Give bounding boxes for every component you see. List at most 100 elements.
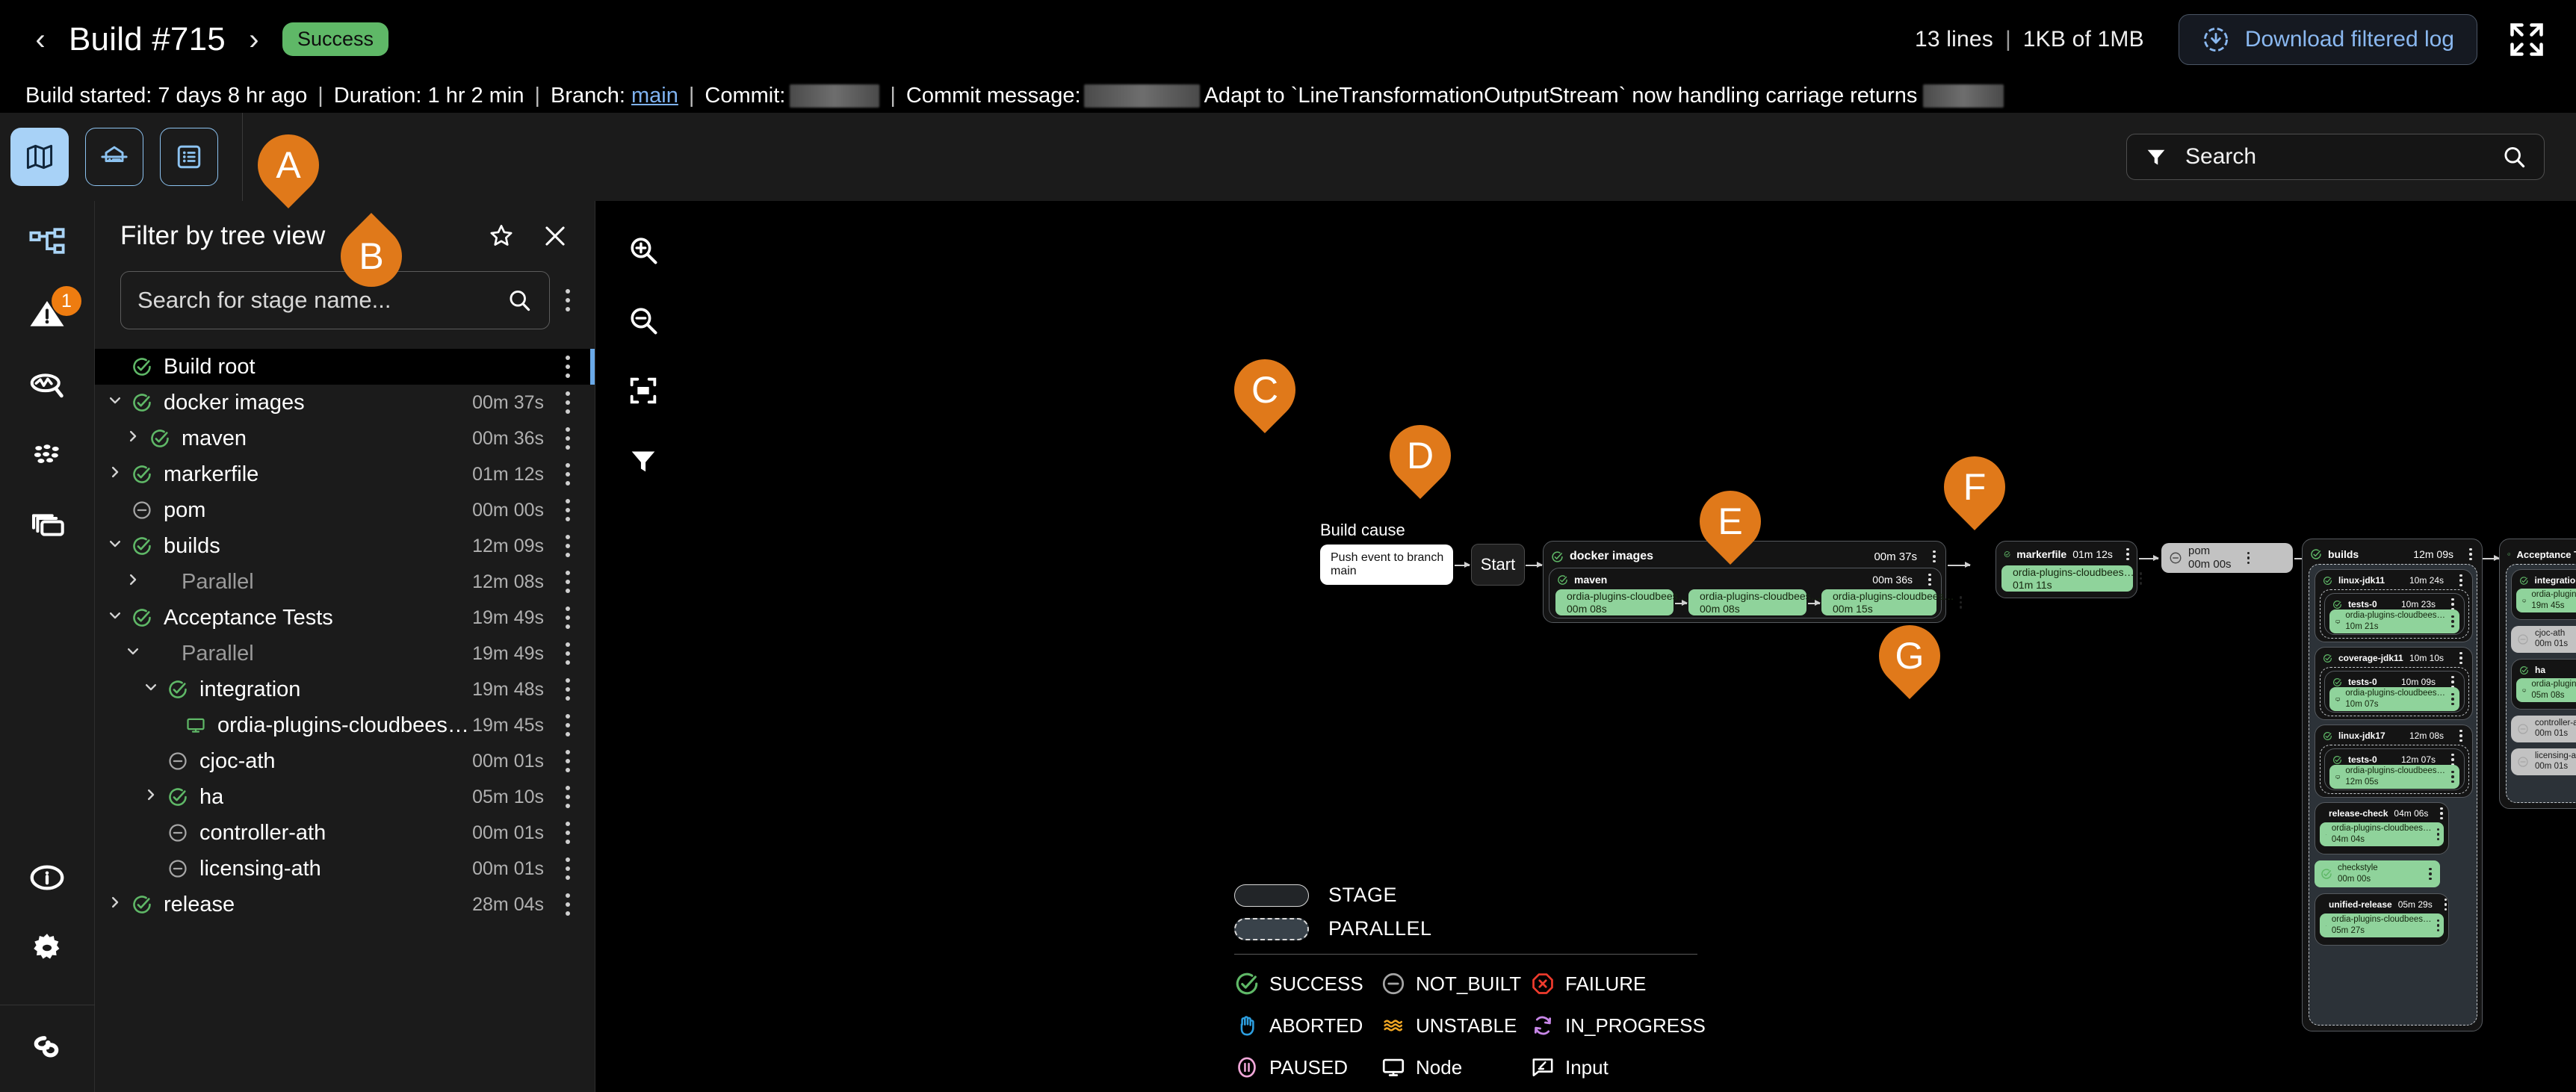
more-vertical-icon[interactable] <box>2456 729 2466 742</box>
close-icon[interactable] <box>541 222 569 250</box>
stage-release-check[interactable]: release-check 04m 06s ordia-plugins-cloudb… <box>2315 802 2449 854</box>
step-node[interactable]: ordia-plugins-cloudbees… 12m 05s <box>2329 765 2459 789</box>
star-icon[interactable] <box>487 222 515 250</box>
stage-view-button[interactable] <box>85 128 143 186</box>
tree-row-ordia-plugins-cloudbees[interactable]: ordia-plugins-cloudbees… 19m 45s <box>95 707 595 743</box>
tree-row-more-button[interactable] <box>560 427 575 450</box>
stage-pom-not-built[interactable]: pom 00m 00s <box>2161 543 2293 573</box>
stage-tests-0[interactable]: tests-0 10m 09s ordia-plugins-cloudbees… 10… <box>2324 671 2465 713</box>
chevron-right-icon[interactable] <box>102 893 128 917</box>
stage-coverage-jdk11[interactable]: coverage-jdk11 10m 10s tests-0 10m 09s ordia… <box>2315 647 2473 720</box>
rail-item-warnings[interactable]: 1 <box>23 286 81 338</box>
tree-row-acceptance-tests[interactable]: Acceptance Tests 19m 49s <box>95 600 595 636</box>
chevron-right-icon[interactable] <box>102 462 128 487</box>
more-vertical-icon[interactable] <box>2456 651 2466 665</box>
parallel-group-coverage-jdk11[interactable]: tests-0 10m 09s ordia-plugins-cloudbees… 10… <box>2320 667 2469 716</box>
search-input[interactable]: Search <box>2126 134 2545 180</box>
tree-row-more-button[interactable] <box>560 463 575 485</box>
stage-builds[interactable]: builds 12m 09s linux-jdk11 10m 24s tests-0… <box>2302 539 2483 1031</box>
tree-row-more-button[interactable] <box>560 857 575 880</box>
stage-licensing-ath[interactable]: licensing-ath00m 01s <box>2511 748 2576 775</box>
tree-row-docker-images[interactable]: docker images 00m 37s <box>95 385 595 421</box>
map-view-button[interactable] <box>10 128 69 186</box>
rail-item-info[interactable] <box>23 854 71 902</box>
parallel-group-linux-jdk17[interactable]: tests-0 12m 07s ordia-plugins-cloudbees… 12… <box>2320 745 2469 794</box>
more-vertical-icon[interactable] <box>2436 919 2439 932</box>
download-filtered-log-button[interactable]: Download filtered log <box>2178 13 2477 65</box>
stage-linux-jdk17[interactable]: linux-jdk17 12m 08s tests-0 12m 07s ordia-pl… <box>2315 725 2473 798</box>
step-node[interactable]: ordia-plugins-cloudbees… 00m 15s <box>1821 589 1963 615</box>
step-more-button[interactable] <box>2139 572 2143 585</box>
tree-row-more-button[interactable] <box>560 356 575 378</box>
stage-more-button[interactable] <box>2465 547 2476 561</box>
chevron-right-icon[interactable] <box>120 426 146 451</box>
branch-link[interactable]: main <box>631 84 678 108</box>
stage-integration[interactable]: integration19m 48sordia-plugins-cloudbee… <box>2511 569 2576 620</box>
zoom-out-button[interactable] <box>624 301 663 340</box>
more-vertical-icon[interactable] <box>2440 807 2443 820</box>
tree-row-more-button[interactable] <box>560 391 575 414</box>
tree-row-more-button[interactable] <box>560 571 575 593</box>
tree-row-maven[interactable]: maven 00m 36s <box>95 421 595 456</box>
tree-row-more-button[interactable] <box>560 750 575 772</box>
rail-item-pipeline-graph[interactable] <box>23 220 71 268</box>
chevron-down-icon[interactable] <box>120 642 146 666</box>
step-node[interactable]: ordia-plugins-cloudbees… 10m 21s <box>2329 609 2459 633</box>
parallel-group-builds[interactable]: linux-jdk11 10m 24s tests-0 10m 23s ordia-pl… <box>2309 564 2477 1026</box>
more-vertical-icon[interactable] <box>2447 753 2458 766</box>
chevron-right-icon[interactable] <box>120 570 146 595</box>
fullscreen-icon[interactable] <box>2507 20 2546 59</box>
chevron-down-icon[interactable] <box>102 606 128 630</box>
stage-ha[interactable]: ha05m 10s ordia-plugins-cloudbees…05m 08s <box>2511 659 2576 710</box>
stage-linux-jdk11[interactable]: linux-jdk11 10m 24s tests-0 10m 23s ordia-pl… <box>2315 569 2473 642</box>
more-vertical-icon[interactable] <box>2450 692 2455 706</box>
tree-row-more-button[interactable] <box>560 607 575 629</box>
start-node[interactable]: Start <box>1471 544 1525 586</box>
tree-row-more-button[interactable] <box>560 499 575 521</box>
search-icon[interactable] <box>2501 143 2527 170</box>
tree-row-licensing-ath[interactable]: licensing-ath 00m 01s <box>95 851 595 887</box>
pipeline-graph-canvas[interactable]: Build cause Push event to branch main St… <box>595 201 2576 1092</box>
parallel-group-linux-jdk11[interactable]: tests-0 10m 23s ordia-plugins-cloudbees… 10… <box>2320 589 2469 639</box>
rail-item-artifacts[interactable] <box>23 501 71 549</box>
tree-row-cjoc-ath[interactable]: cjoc-ath 00m 01s <box>95 743 595 779</box>
tree-row-builds[interactable]: builds 12m 09s <box>95 528 595 564</box>
tree-panel-more-button[interactable] <box>560 289 575 311</box>
tree-row-more-button[interactable] <box>560 642 575 665</box>
tree-row-more-button[interactable] <box>560 678 575 701</box>
stage-search-input[interactable]: Search for stage name... <box>120 271 550 329</box>
prev-build-button[interactable]: ‹ <box>25 25 55 55</box>
tree-row-release[interactable]: release 28m 04s <box>95 887 595 922</box>
fit-to-screen-button[interactable] <box>624 371 663 410</box>
tree-row-parallel[interactable]: Parallel 19m 49s <box>95 636 595 671</box>
tree-row-more-button[interactable] <box>560 822 575 844</box>
stage-controller-ath[interactable]: controller-ath00m 01s <box>2511 716 2576 742</box>
stage-more-button[interactable] <box>1925 573 1935 586</box>
chevron-down-icon[interactable] <box>138 677 164 702</box>
more-vertical-icon[interactable] <box>2450 770 2455 784</box>
more-vertical-icon[interactable] <box>2425 867 2436 881</box>
tree-row-more-button[interactable] <box>560 535 575 557</box>
parallel-group-acceptance[interactable]: integration19m 48sordia-plugins-cloudbee… <box>2506 564 2576 803</box>
stage-markerfile[interactable]: markerfile 01m 12s ordia-plugins-cloudbe… <box>1996 541 2143 598</box>
step-node[interactable]: ordia-plugins-cloudbees… 04m 04s <box>2320 822 2444 846</box>
stage-tests-0[interactable]: tests-0 10m 23s ordia-plugins-cloudbees… 10… <box>2324 593 2465 635</box>
build-cause-node[interactable]: Push event to branch main <box>1320 545 1453 585</box>
search-icon[interactable] <box>506 287 533 314</box>
tree-row-pom[interactable]: pom 00m 00s <box>95 492 595 528</box>
graph-filter-button[interactable] <box>624 441 663 480</box>
tree-row-controller-ath[interactable]: controller-ath 00m 01s <box>95 815 595 851</box>
step-node[interactable]: ordia-plugins-cloudbees… 00m 08s <box>1688 589 1830 615</box>
tree-row-integration[interactable]: integration 19m 48s <box>95 671 595 707</box>
chevron-right-icon[interactable] <box>138 785 164 810</box>
stage-more-button[interactable] <box>2244 551 2254 565</box>
more-vertical-icon[interactable] <box>2444 898 2447 911</box>
chevron-down-icon[interactable] <box>102 534 128 559</box>
step-node[interactable]: ordia-plugins-cloudbees… 10m 07s <box>2329 687 2459 711</box>
stage-more-button[interactable] <box>2125 547 2131 561</box>
rail-item-log-analysis[interactable] <box>23 361 71 409</box>
tree-row-more-button[interactable] <box>560 893 575 916</box>
stage-cjoc-ath[interactable]: cjoc-ath 00m 01s <box>2511 626 2576 653</box>
more-vertical-icon[interactable] <box>2456 574 2466 587</box>
step-node[interactable]: ordia-plugins-cloudbees…19m 45s <box>2516 589 2576 612</box>
